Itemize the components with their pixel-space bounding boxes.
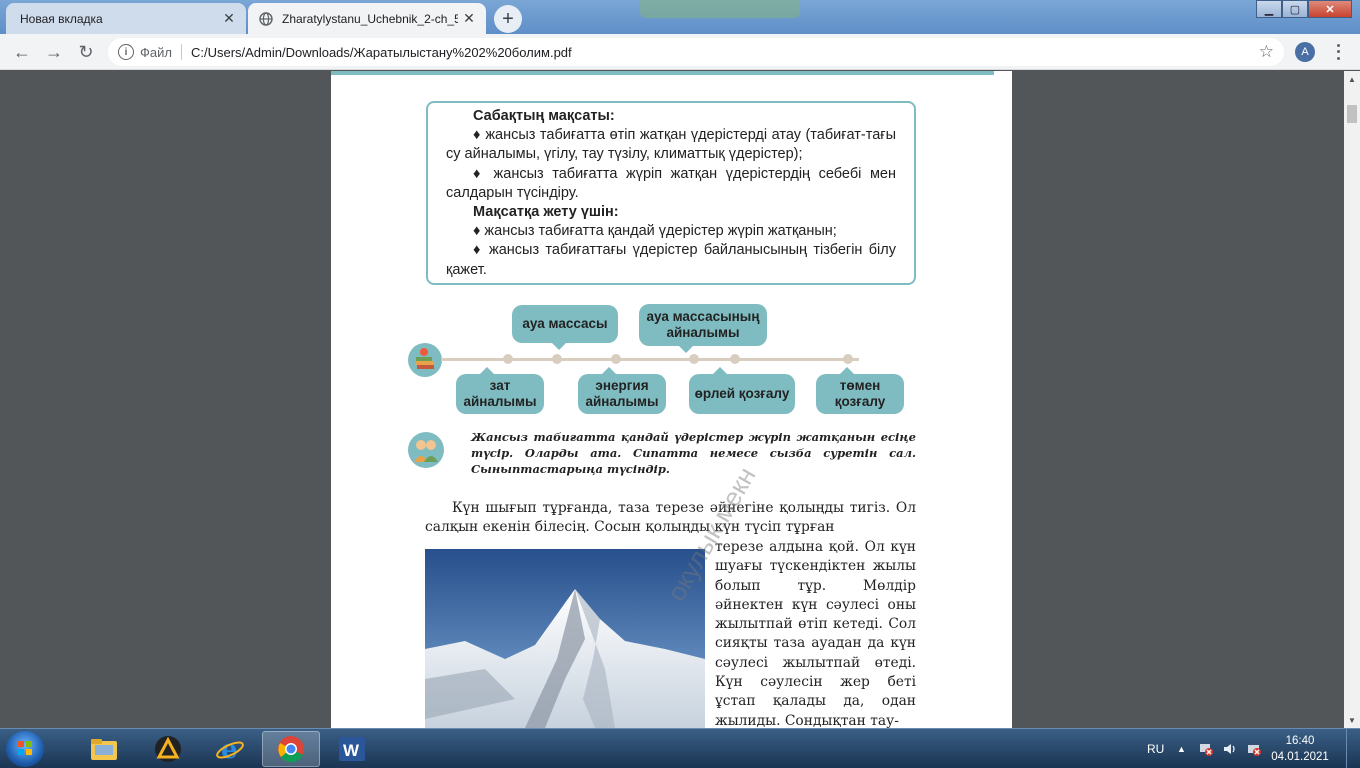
show-desktop-button[interactable] xyxy=(1346,729,1360,768)
reload-icon: ↻ xyxy=(78,41,94,62)
svg-text:W: W xyxy=(343,741,360,760)
back-button[interactable]: ← xyxy=(10,40,34,64)
scroll-up-arrow-icon[interactable]: ▲ xyxy=(1344,71,1360,87)
arrow-left-icon: ← xyxy=(13,41,31,62)
tray-clock[interactable]: 16:40 04.01.2021 xyxy=(1270,733,1330,765)
taskbar-word[interactable]: W xyxy=(323,731,381,767)
globe-icon xyxy=(258,11,274,27)
scroll-down-arrow-icon[interactable]: ▼ xyxy=(1344,712,1360,728)
arrow-right-icon: → xyxy=(45,41,63,62)
forward-button[interactable]: → xyxy=(42,40,66,64)
info-icon[interactable]: i xyxy=(118,44,134,60)
close-icon[interactable]: ✕ xyxy=(218,8,240,30)
browser-toolbar: ← → ↻ i Файл C:/Users/Admin/Downloads/Жа… xyxy=(0,34,1360,70)
term-downward-motion: төмен қозғалу xyxy=(816,367,904,414)
students-icon xyxy=(408,432,444,468)
timeline-dot xyxy=(611,354,621,364)
menu-icon[interactable] xyxy=(1330,42,1346,62)
books-icon xyxy=(408,343,442,377)
goal-item: ♦ жансыз табиғатта қандай үдерістер жүрі… xyxy=(473,223,837,240)
clock-time: 16:40 xyxy=(1285,735,1315,747)
page-header-bar xyxy=(331,71,994,75)
profile-avatar[interactable]: A xyxy=(1295,42,1315,62)
tray-expand-icon[interactable]: ▲ xyxy=(1177,729,1186,768)
tray-network-icon[interactable] xyxy=(1198,729,1214,768)
body-paragraph: Күн шығып тұрғанда, таза терезе әйнегіне… xyxy=(425,500,916,536)
goals-heading: Сабақтың мақсаты: xyxy=(473,108,615,124)
tab-strip: Новая вкладка ✕ Zharatylystanu_Uchebnik_… xyxy=(0,0,1360,34)
close-window-button[interactable]: ✕ xyxy=(1308,0,1352,18)
term-upward-motion: өрлей қозғалу xyxy=(689,367,795,414)
mountain-photo xyxy=(425,549,705,728)
address-bar[interactable]: i Файл C:/Users/Admin/Downloads/Жаратылы… xyxy=(108,38,1284,66)
app-triangle-icon xyxy=(155,736,181,762)
new-tab-button[interactable]: + xyxy=(494,5,522,33)
pdf-page: Сабақтың мақсаты: ♦ жансыз табиғатта өті… xyxy=(331,71,1012,728)
term-energy-cycle: энергия айналымы xyxy=(578,367,666,414)
goal-item: ♦ жансыз табиғаттағы үдерістер байланысы… xyxy=(446,242,896,278)
windows-taskbar: e W RU ▲ 16:40 04.01.2021 xyxy=(0,728,1360,768)
tray-language[interactable]: RU xyxy=(1147,729,1164,768)
tray-volume-icon[interactable] xyxy=(1222,729,1238,768)
term-air-mass: ауа массасы xyxy=(512,305,618,350)
taskbar-internet-explorer[interactable]: e xyxy=(201,731,259,767)
address-scheme: Файл xyxy=(140,44,172,60)
start-button[interactable] xyxy=(6,731,44,767)
achieve-heading: Мақсатқа жету үшін: xyxy=(473,204,619,221)
timeline-dot xyxy=(552,354,562,364)
vertical-scrollbar[interactable]: ▲ ▼ xyxy=(1344,71,1360,728)
minimize-button[interactable]: ▁ xyxy=(1256,0,1282,18)
goal-item: ♦ жансыз табиғатта жүріп жатқан үдерісте… xyxy=(446,165,896,201)
tab-new-tab[interactable]: Новая вкладка ✕ xyxy=(6,3,246,34)
titlebar-decoration xyxy=(640,0,800,18)
plus-icon: + xyxy=(502,7,514,30)
window-controls: ▁ ▢ ✕ xyxy=(1256,0,1352,18)
folder-icon xyxy=(91,739,117,760)
timeline-dot xyxy=(843,354,853,364)
reload-button[interactable]: ↻ xyxy=(74,40,98,64)
taskbar-chrome[interactable] xyxy=(262,731,320,767)
taskbar-app-triangle[interactable] xyxy=(139,731,197,767)
term-air-mass-circulation: ауа массасының айналымы xyxy=(639,304,767,353)
task-instruction: Жансыз табиғатта қандай үдерістер жүріп … xyxy=(471,430,916,476)
bookmark-star-icon[interactable]: ☆ xyxy=(1259,42,1274,62)
address-divider xyxy=(180,44,182,60)
address-url[interactable]: C:/Users/Admin/Downloads/Жаратылыстану%2… xyxy=(191,45,572,60)
maximize-button[interactable]: ▢ xyxy=(1282,0,1308,18)
word-icon: W xyxy=(339,737,365,761)
clock-date: 04.01.2021 xyxy=(1271,751,1329,763)
internet-explorer-icon: e xyxy=(216,735,244,763)
tab-pdf[interactable]: Zharatylystanu_Uchebnik_2-ch_5 ✕ xyxy=(248,3,486,34)
lesson-goals-box: Сабақтың мақсаты: ♦ жансыз табиғатта өті… xyxy=(426,101,916,285)
timeline-dot xyxy=(689,354,699,364)
timeline-dot xyxy=(730,354,740,364)
goal-item: ♦ жансыз табиғатта өтіп жатқан үдерістер… xyxy=(446,127,896,163)
tab-title: Zharatylystanu_Uchebnik_2-ch_5 xyxy=(282,11,458,26)
scroll-thumb[interactable] xyxy=(1347,105,1357,123)
chrome-icon xyxy=(278,736,304,763)
term-matter-cycle: зат айналымы xyxy=(456,367,544,414)
timeline-dot xyxy=(503,354,513,364)
windows-logo-icon xyxy=(18,741,32,755)
body-paragraph-wrap: терезе алдына қой. Ол күн шуағы түскенді… xyxy=(715,539,916,728)
tab-title: Новая вкладка xyxy=(20,11,103,26)
pdf-viewer: Сабақтың мақсаты: ♦ жансыз табиғатта өті… xyxy=(0,71,1344,728)
taskbar-explorer[interactable] xyxy=(75,731,133,767)
close-icon[interactable]: ✕ xyxy=(458,8,480,30)
tray-flag-icon[interactable] xyxy=(1246,729,1262,768)
